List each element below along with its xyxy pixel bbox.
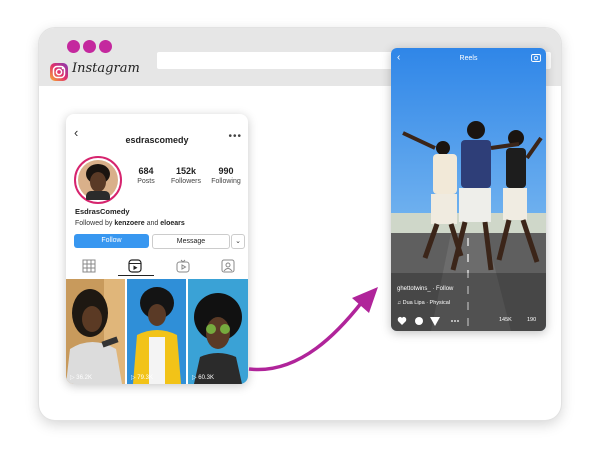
followers-count: 152k bbox=[175, 166, 197, 176]
followed-by-prefix: Followed by bbox=[75, 220, 113, 227]
followed-by-user[interactable]: eloears bbox=[160, 220, 185, 227]
view-count: ▷ 36.2K bbox=[70, 375, 92, 381]
grid-icon[interactable] bbox=[82, 259, 96, 273]
igtv-icon[interactable] bbox=[176, 259, 190, 273]
more-icon bbox=[451, 320, 459, 322]
heart-icon bbox=[397, 316, 407, 325]
following-stat[interactable]: 990 Following bbox=[206, 166, 246, 185]
posts-label: Posts bbox=[137, 178, 155, 185]
chevron-down-icon[interactable]: ⌄ bbox=[231, 234, 245, 249]
window-dot[interactable] bbox=[67, 40, 80, 53]
like-count: 145K bbox=[499, 317, 512, 323]
followers-stat[interactable]: 152k Followers bbox=[166, 166, 206, 185]
following-label: Following bbox=[211, 178, 241, 185]
tagged-icon[interactable] bbox=[221, 259, 235, 273]
posts-count: 684 bbox=[138, 166, 154, 176]
window-dot[interactable] bbox=[99, 40, 112, 53]
view-count: ▷ 79.3K bbox=[131, 375, 153, 381]
brand-name: Instagram bbox=[72, 61, 140, 76]
reel-author[interactable]: ghettotwins_ · Follow bbox=[397, 286, 453, 292]
avatar[interactable] bbox=[74, 156, 122, 204]
more-options-icon[interactable]: ••• bbox=[228, 131, 242, 142]
profile-username: esdrascomedy bbox=[125, 135, 189, 145]
following-count: 990 bbox=[218, 166, 234, 176]
reels-title: Reels bbox=[459, 55, 478, 62]
profile-screen: ‹ esdrascomedy ••• 684 Posts 152k Follow… bbox=[66, 114, 248, 384]
send-icon bbox=[430, 317, 440, 326]
display-name: EsdrasComedy bbox=[75, 207, 130, 216]
instagram-logo-icon bbox=[50, 63, 68, 81]
reels-screen: ‹ Reels ghettotwins_ · Follow ♫ Dua Lipa… bbox=[391, 48, 546, 331]
reel-actions bbox=[397, 314, 467, 331]
window-dot[interactable] bbox=[83, 40, 96, 53]
view-count: ▷ 60.3K bbox=[192, 375, 214, 381]
active-tab-indicator bbox=[118, 275, 154, 276]
followed-by-user[interactable]: kenzoere bbox=[114, 220, 144, 227]
camera-icon[interactable] bbox=[531, 53, 541, 62]
reel-thumbnail[interactable]: ▷ 79.3K bbox=[127, 279, 186, 384]
follow-button[interactable]: Follow bbox=[74, 234, 149, 248]
message-button[interactable]: Message bbox=[152, 234, 230, 249]
reel-thumbnail[interactable]: ▷ 36.2K bbox=[66, 279, 125, 384]
posts-stat[interactable]: 684 Posts bbox=[126, 166, 166, 185]
reel-song[interactable]: ♫ Dua Lipa · Physical bbox=[397, 300, 450, 306]
followed-by-and: and bbox=[146, 220, 159, 227]
reels-icon[interactable] bbox=[128, 259, 142, 273]
followed-by-text: Followed by kenzoere and eloears bbox=[75, 220, 185, 227]
reel-thumbnail[interactable]: ▷ 60.3K bbox=[188, 279, 248, 384]
comment-count: 190 bbox=[527, 317, 537, 323]
followers-label: Followers bbox=[171, 178, 201, 185]
comment-icon bbox=[415, 317, 423, 325]
